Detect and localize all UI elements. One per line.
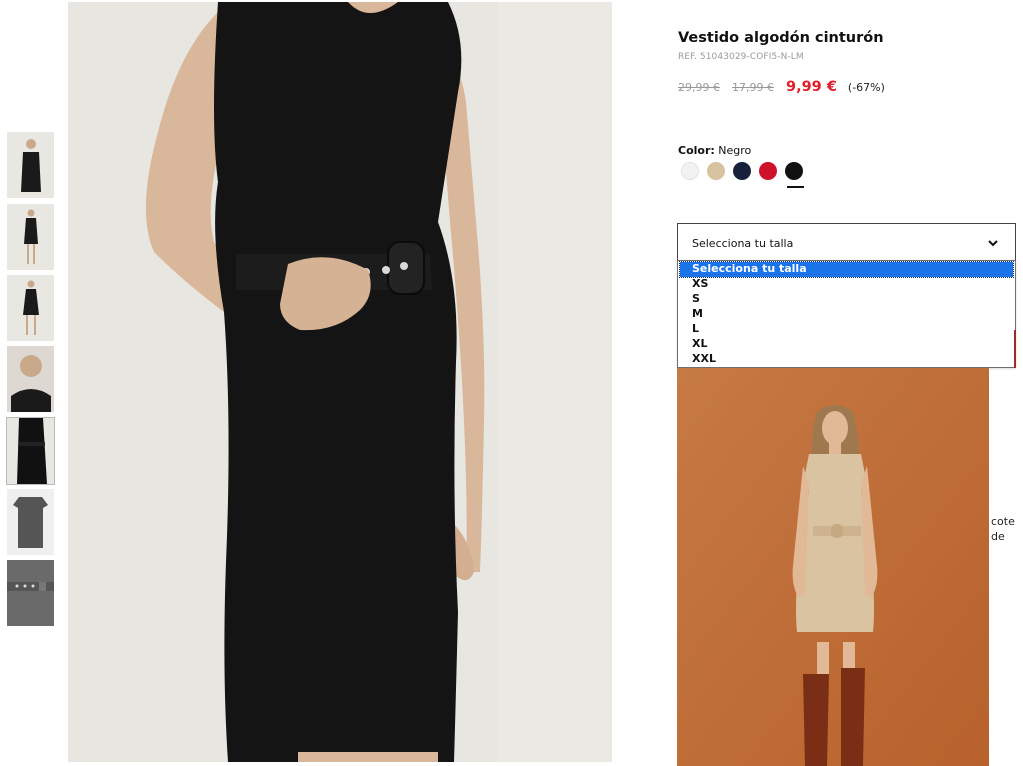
chevron-down-icon [988,240,998,247]
size-option-m[interactable]: M [678,307,1015,322]
size-option-xs[interactable]: XS [678,277,1015,292]
thumbnail-detail-shoulder[interactable] [7,346,54,412]
price-row: 29,99 € 17,99 € 9,99 € (-67%) [678,79,885,95]
size-option-l[interactable]: L [678,322,1015,337]
swatch-navy[interactable] [733,162,751,180]
discount-percent: (-67%) [847,81,885,94]
product-reference: REF. 51043029-COFI5-N-LM [678,52,804,62]
size-option-xl[interactable]: XL [678,337,1015,352]
selected-swatch-indicator [787,186,804,188]
color-label-title: Color: [678,144,715,157]
color-swatches [681,162,811,180]
truncated-description-line-1: cote [991,515,1015,528]
size-select[interactable]: Selecciona tu talla [677,223,1016,261]
swatch-red[interactable] [759,162,777,180]
product-title: Vestido algodón cinturón [678,30,884,46]
thumbnail-belt-detail[interactable] [7,560,54,626]
size-select-label: Selecciona tu talla [692,237,794,250]
add-to-cart-button-edge[interactable] [1014,330,1016,368]
previous-price: 17,99 € [732,81,774,94]
size-option-xxl[interactable]: XXL [678,352,1015,367]
sale-price: 9,99 € [786,79,837,95]
thumbnail-front-view[interactable] [7,132,54,198]
model-image-beige[interactable] [677,368,989,766]
color-label: Color: Negro [678,144,751,157]
truncated-description-line-2: de [991,530,1005,543]
swatch-black[interactable] [785,162,803,180]
main-product-image[interactable] [68,2,612,762]
size-dropdown-list: Selecciona tu talla XS S M L XL XXL [677,260,1016,368]
color-selected-name: Negro [718,144,752,157]
truncated-description: cote de [991,514,1015,544]
swatch-beige[interactable] [707,162,725,180]
swatch-white[interactable] [681,162,699,180]
original-price: 29,99 € [678,81,720,94]
thumbnail-front-belt[interactable] [6,417,55,485]
thumbnail-flat-lay[interactable] [7,489,54,555]
thumbnail-full-body-front[interactable] [7,204,54,270]
size-option-placeholder[interactable]: Selecciona tu talla [679,261,1014,278]
thumbnail-full-body-walk[interactable] [7,275,54,341]
size-option-s[interactable]: S [678,292,1015,307]
